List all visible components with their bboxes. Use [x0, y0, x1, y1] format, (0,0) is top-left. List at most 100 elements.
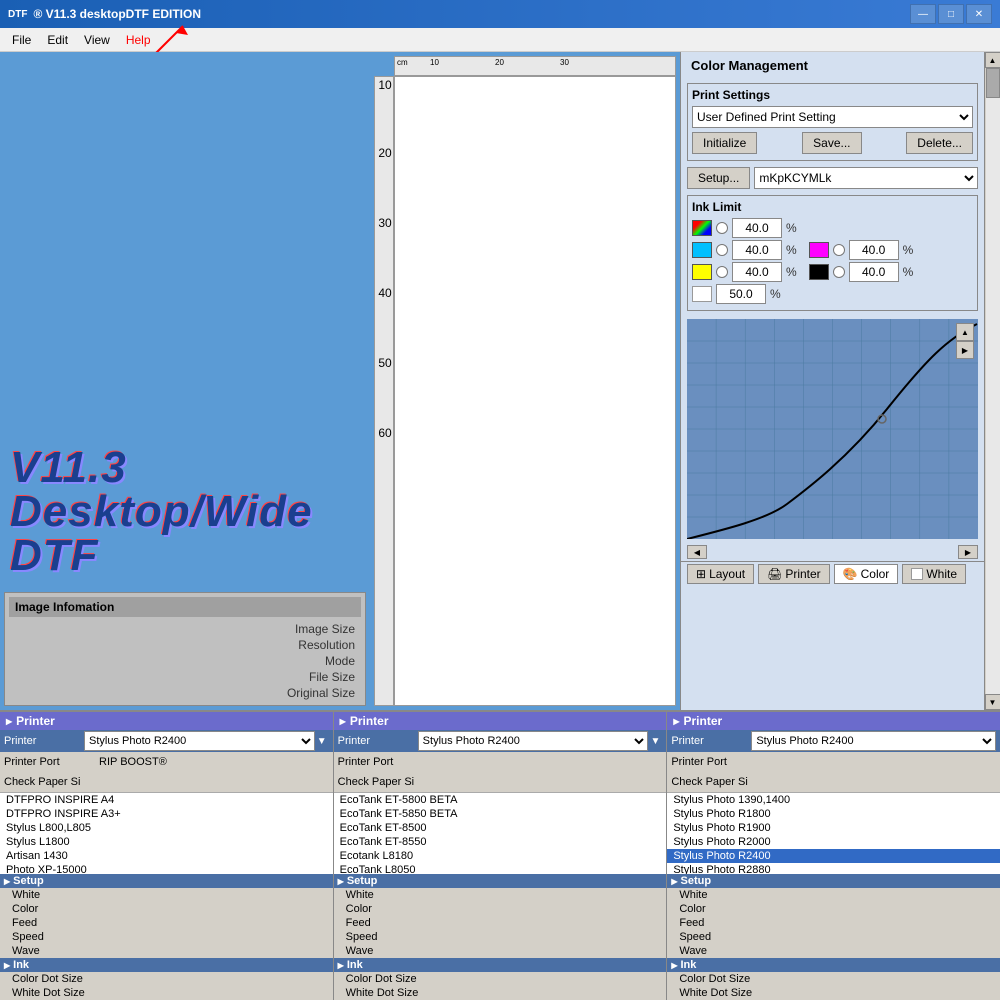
- p1-dd-item-2[interactable]: DTFPRO INSPIRE A3+: [0, 807, 333, 821]
- print-settings-dropdown[interactable]: User Defined Print Setting: [692, 106, 973, 128]
- curve-btn-right[interactable]: ▶: [956, 341, 974, 359]
- p3-dd-item-1[interactable]: Stylus Photo 1390,1400: [667, 793, 1000, 807]
- p2-printer-select[interactable]: Stylus Photo R2400: [418, 731, 649, 751]
- ink-cyan-value[interactable]: [732, 240, 782, 260]
- title-bar-controls: — □ ✕: [910, 4, 992, 24]
- p2-color-item[interactable]: Color: [334, 902, 667, 916]
- p2-printer-label: Printer: [338, 735, 418, 747]
- p1-dd-item-6[interactable]: Photo XP-15000: [0, 863, 333, 874]
- p3-white-item[interactable]: White: [667, 888, 1000, 902]
- scroll-down-btn[interactable]: ▼: [985, 694, 1000, 710]
- p1-dd-item-3[interactable]: Stylus L800,L805: [0, 821, 333, 835]
- p2-paper-row: Check Paper Si: [334, 772, 667, 792]
- scroll-left-btn[interactable]: ◀: [687, 545, 707, 559]
- p1-dd-item-5[interactable]: Artisan 1430: [0, 849, 333, 863]
- curve-scroll: ▲ ▶: [956, 323, 974, 359]
- p2-dd-item-1[interactable]: EcoTank ET-5800 BETA: [334, 793, 667, 807]
- p1-wave-item[interactable]: Wave: [0, 944, 333, 958]
- tab-white[interactable]: White: [902, 564, 966, 584]
- p2-feed-item[interactable]: Feed: [334, 916, 667, 930]
- scroll-up-btn[interactable]: ▲: [985, 52, 1000, 68]
- menu-file[interactable]: File: [4, 31, 39, 49]
- p2-speed-item[interactable]: Speed: [334, 930, 667, 944]
- p2-dd-item-6[interactable]: EcoTank L8050: [334, 863, 667, 874]
- ink-magenta-value[interactable]: [849, 240, 899, 260]
- panel-2-title: Printer: [350, 714, 389, 728]
- p2-setup-label: Setup: [334, 874, 667, 888]
- scroll-track[interactable]: [986, 68, 1000, 694]
- p1-dropdown-arrow[interactable]: ▼: [315, 736, 329, 747]
- menu-view[interactable]: View: [76, 31, 118, 49]
- ink-white-value[interactable]: [716, 284, 766, 304]
- ruler-left: 10 20 30 40 50 60: [374, 76, 394, 706]
- ink-main-value[interactable]: [732, 218, 782, 238]
- tab-printer[interactable]: 🖨 Printer: [758, 564, 830, 584]
- right-panel-scrollbar[interactable]: ▲ ▼: [984, 52, 1000, 710]
- p3-wave-item[interactable]: Wave: [667, 944, 1000, 958]
- p2-dropdown-arrow[interactable]: ▼: [648, 736, 662, 747]
- p3-feed-item[interactable]: Feed: [667, 916, 1000, 930]
- minimize-button[interactable]: —: [910, 4, 936, 24]
- p3-white-dot-item[interactable]: White Dot Size: [667, 986, 1000, 1000]
- p1-white-dot-item[interactable]: White Dot Size: [0, 986, 333, 1000]
- p3-speed-item[interactable]: Speed: [667, 930, 1000, 944]
- info-original-size: Original Size: [9, 685, 361, 701]
- swatch-yellow: [692, 264, 712, 280]
- save-button[interactable]: Save...: [802, 132, 861, 154]
- p1-dd-item-4[interactable]: Stylus L1800: [0, 835, 333, 849]
- radio-main[interactable]: [716, 222, 728, 234]
- radio-black[interactable]: [833, 266, 845, 278]
- p1-white-item[interactable]: White: [0, 888, 333, 902]
- ink-black-value[interactable]: [849, 262, 899, 282]
- radio-cyan[interactable]: [716, 244, 728, 256]
- ink-yellow-black-row: % %: [692, 262, 973, 282]
- p1-color-dot-item[interactable]: Color Dot Size: [0, 972, 333, 986]
- p2-printer-row: Printer Stylus Photo R2400 ▼: [334, 730, 667, 752]
- p3-dd-item-2[interactable]: Stylus Photo R1800: [667, 807, 1000, 821]
- p3-color-dot-item[interactable]: Color Dot Size: [667, 972, 1000, 986]
- p1-printer-label: Printer: [4, 735, 84, 747]
- p2-dd-item-5[interactable]: Ecotank L8180: [334, 849, 667, 863]
- p2-white-dot-item[interactable]: White Dot Size: [334, 986, 667, 1000]
- close-button[interactable]: ✕: [966, 4, 992, 24]
- p2-dd-item-2[interactable]: EcoTank ET-5850 BETA: [334, 807, 667, 821]
- p2-wave-item[interactable]: Wave: [334, 944, 667, 958]
- p3-dd-item-3[interactable]: Stylus Photo R1900: [667, 821, 1000, 835]
- p3-dd-item-4[interactable]: Stylus Photo R2000: [667, 835, 1000, 849]
- p1-printer-select[interactable]: Stylus Photo R2400: [84, 731, 315, 751]
- p2-color-dot-item[interactable]: Color Dot Size: [334, 972, 667, 986]
- p3-printer-select[interactable]: Stylus Photo R2400: [751, 731, 996, 751]
- p2-dropdown-list[interactable]: EcoTank ET-5800 BETA EcoTank ET-5850 BET…: [334, 792, 667, 874]
- p2-dd-item-4[interactable]: EcoTank ET-8550: [334, 835, 667, 849]
- initialize-button[interactable]: Initialize: [692, 132, 757, 154]
- setup-button[interactable]: Setup...: [687, 167, 750, 189]
- p2-dd-item-3[interactable]: EcoTank ET-8500: [334, 821, 667, 835]
- ink-white-pct: %: [770, 287, 781, 301]
- p3-dropdown-list[interactable]: Stylus Photo 1390,1400 Stylus Photo R180…: [667, 792, 1000, 874]
- maximize-button[interactable]: □: [938, 4, 964, 24]
- p3-dd-item-6[interactable]: Stylus Photo R2880: [667, 863, 1000, 874]
- ink-yellow-value[interactable]: [732, 262, 782, 282]
- radio-yellow[interactable]: [716, 266, 728, 278]
- menu-edit[interactable]: Edit: [39, 31, 76, 49]
- scroll-thumb[interactable]: [986, 68, 1000, 98]
- setup-dropdown[interactable]: mKpKCYMLk: [754, 167, 978, 189]
- tab-color[interactable]: 🎨 Color: [834, 564, 899, 584]
- delete-button[interactable]: Delete...: [906, 132, 973, 154]
- p1-color-item[interactable]: Color: [0, 902, 333, 916]
- info-title: Image Infomation: [9, 597, 361, 617]
- p3-dd-item-5[interactable]: Stylus Photo R2400: [667, 849, 1000, 863]
- p1-feed-item[interactable]: Feed: [0, 916, 333, 930]
- p1-dropdown-list[interactable]: DTFPRO INSPIRE A4 DTFPRO INSPIRE A3+ Sty…: [0, 792, 333, 874]
- p1-speed-item[interactable]: Speed: [0, 930, 333, 944]
- scroll-right-btn[interactable]: ▶: [958, 545, 978, 559]
- menu-bar: File Edit View Help: [0, 28, 1000, 52]
- p1-dd-item-1[interactable]: DTFPRO INSPIRE A4: [0, 793, 333, 807]
- p3-color-item[interactable]: Color: [667, 902, 1000, 916]
- menu-help[interactable]: Help: [118, 31, 159, 49]
- curve-btn-up[interactable]: ▲: [956, 323, 974, 341]
- radio-magenta[interactable]: [833, 244, 845, 256]
- print-canvas: [394, 76, 676, 706]
- p2-white-item[interactable]: White: [334, 888, 667, 902]
- tab-layout[interactable]: ⊞ Layout: [687, 564, 754, 584]
